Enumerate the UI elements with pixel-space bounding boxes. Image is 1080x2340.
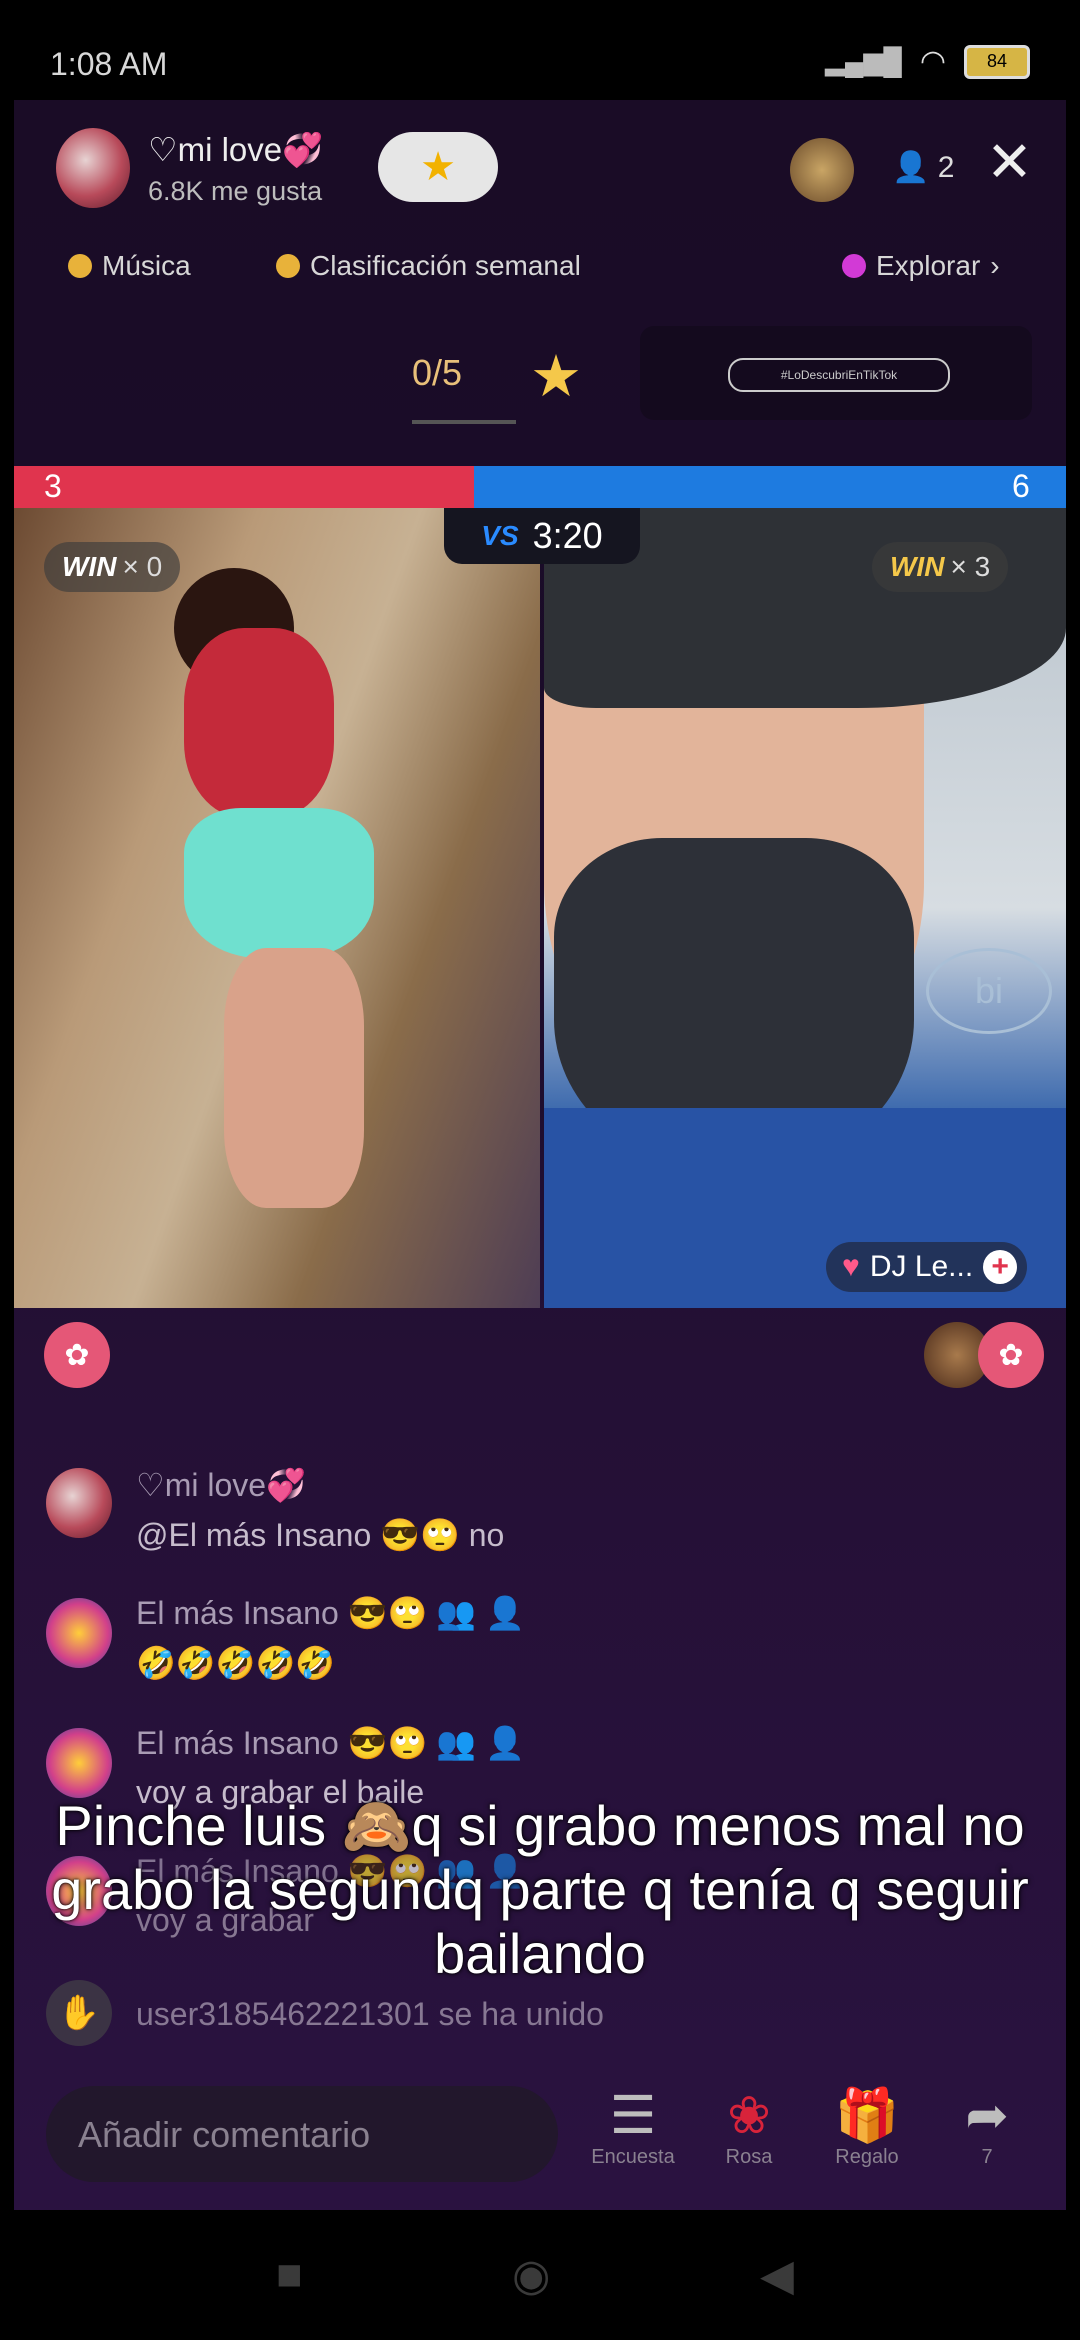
host-avatar[interactable] — [56, 128, 130, 208]
host-likes: 6.8K me gusta — [148, 176, 323, 206]
viewer-count[interactable]: 👤 2 — [892, 150, 954, 185]
music-icon — [68, 254, 92, 278]
explore-icon — [842, 254, 866, 278]
host-video[interactable] — [14, 508, 540, 1308]
chat-username[interactable]: El más Insano 😎🙄 👥 👤 — [136, 1594, 525, 1632]
music-label: Música — [102, 250, 191, 281]
gift-icon: 🎁 — [834, 2087, 900, 2145]
hashtag-pill[interactable]: #LoDescubriEnTikTok — [728, 358, 950, 392]
timer-text: 3:20 — [532, 515, 603, 556]
rose-button[interactable]: ❀ Rosa — [694, 2086, 804, 2169]
viewer-count-value: 2 — [937, 151, 955, 184]
plus-icon[interactable]: + — [983, 1250, 1018, 1284]
dancer-legs — [224, 948, 364, 1208]
recents-icon[interactable]: ■ — [276, 2250, 303, 2300]
chevron-right-icon: › — [990, 250, 1000, 281]
status-time: 1:08 AM — [50, 46, 168, 82]
gift-button[interactable]: 🎁 Regalo — [812, 2086, 922, 2169]
chat-message: 🤣🤣🤣🤣🤣 — [136, 1645, 336, 1681]
battle-bar-right — [474, 466, 1066, 508]
chat-username[interactable]: El más Insano 😎🙄 👥 👤 — [136, 1724, 525, 1762]
share-button[interactable]: ➦ 7 — [932, 2086, 1042, 2169]
wave-icon: ✋ — [46, 1980, 112, 2046]
ranking-chip[interactable]: Clasificación semanal — [276, 250, 581, 282]
music-chip[interactable]: Música — [68, 250, 191, 282]
win-badge-left: WIN × 0 — [44, 542, 181, 592]
chat-username[interactable]: ♡mi love💞 — [136, 1466, 306, 1504]
rose-icon: ❀ — [727, 2087, 771, 2145]
host-name[interactable]: ♡mi love💞 — [148, 130, 323, 170]
win-count-right: × 3 — [950, 551, 991, 582]
share-icon: ➦ — [965, 2087, 1009, 2145]
opponent-tag[interactable]: ♥ DJ Le... + — [826, 1242, 1028, 1292]
heart-icon: ♥ — [842, 1250, 860, 1283]
win-label: WIN — [890, 551, 945, 582]
wifi-icon: ◠ — [919, 45, 946, 78]
rose-label: Rosa — [725, 2146, 773, 2168]
win-badge-right: WIN × 3 — [872, 542, 1009, 592]
chat-avatar[interactable] — [46, 1598, 112, 1668]
goal-star-icon[interactable]: ★ — [530, 342, 582, 410]
opponent-video[interactable]: bi — [544, 508, 1066, 1308]
right-score: 6 — [1012, 468, 1030, 504]
gift-label: Regalo — [835, 2146, 899, 2168]
chat-avatar[interactable] — [46, 1728, 112, 1798]
explore-label: Explorar — [876, 250, 981, 281]
goal-progress[interactable]: 0/5 — [412, 352, 462, 394]
poll-icon: ☰ — [609, 2087, 657, 2145]
video-caption: Pinche luis 🙈q si grabo menos mal no gra… — [51, 1794, 1029, 1985]
people-icon: 👤 — [892, 151, 930, 184]
star-icon: ★ — [420, 145, 456, 189]
win-label: WIN — [62, 551, 117, 582]
join-notice: user3185462221301 se ha unido — [136, 1996, 604, 2032]
share-count: 7 — [981, 2146, 993, 2168]
signal-icon: ▂▄▆█ — [824, 46, 902, 76]
battle-bar-left — [14, 466, 474, 508]
explore-chip[interactable]: Explorar › — [842, 250, 1000, 282]
battle-timer: VS 3:20 — [444, 508, 640, 564]
poll-button[interactable]: ☰ Encuesta — [578, 2086, 688, 2169]
status-icons: ▂▄▆█ ◠ 84 — [825, 44, 1030, 79]
top-viewer-avatar[interactable] — [790, 138, 854, 202]
comment-placeholder: Añadir comentario — [78, 2114, 371, 2155]
opponent-name: DJ Le... — [869, 1250, 974, 1283]
rose-gift-right-icon[interactable]: ✿ — [978, 1322, 1044, 1388]
win-count-left: × 0 — [122, 551, 163, 582]
home-icon[interactable]: ◉ — [512, 2250, 550, 2301]
dancer-shorts — [184, 808, 374, 958]
vs-icon: VS — [481, 520, 519, 551]
chat-avatar[interactable] — [46, 1468, 112, 1538]
close-button[interactable]: ✕ — [986, 134, 1033, 190]
dancer-top — [184, 628, 334, 818]
goal-underline — [412, 420, 516, 424]
wall-logo: bi — [926, 948, 1052, 1034]
left-score: 3 — [44, 468, 62, 504]
trophy-icon — [276, 254, 300, 278]
rose-gift-left-icon[interactable]: ✿ — [44, 1322, 110, 1388]
battery-icon: 84 — [964, 44, 1030, 79]
ranking-label: Clasificación semanal — [310, 250, 581, 281]
poll-label: Encuesta — [591, 2146, 675, 2168]
back-icon[interactable]: ◀ — [760, 2250, 794, 2301]
follow-button[interactable]: ★ — [378, 132, 498, 202]
chat-message: @El más Insano 😎🙄 no — [136, 1517, 505, 1553]
